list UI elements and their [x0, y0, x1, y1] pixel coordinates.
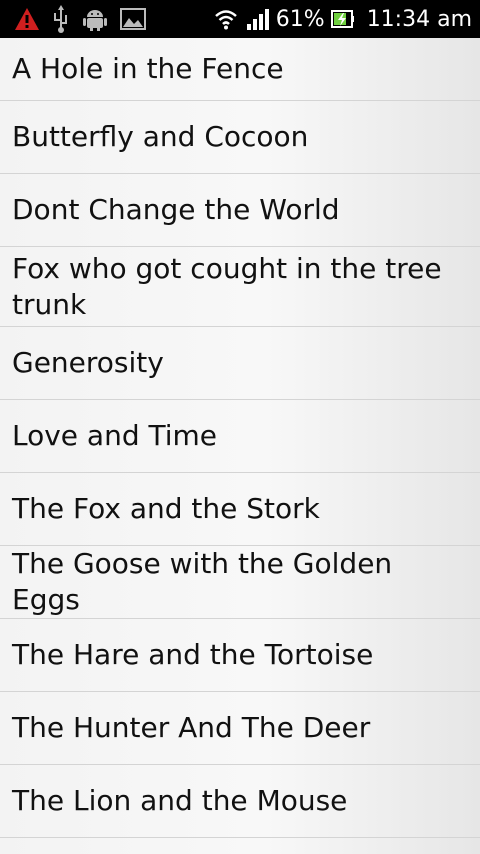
list-item[interactable]: The Hare and the Tortoise [0, 619, 480, 692]
wifi-icon [214, 8, 238, 30]
usb-icon [52, 5, 70, 33]
warning-icon [14, 7, 40, 31]
list-item-label: Love and Time [12, 419, 218, 452]
list-item[interactable]: A Hole in the Fence [0, 38, 480, 101]
story-list[interactable]: A Hole in the Fence Butterfly and Cocoon… [0, 38, 480, 854]
signal-icon [246, 8, 270, 30]
clock: 11:34 am [366, 6, 472, 32]
list-item-label: The Fox and the Stork [12, 492, 320, 525]
list-item[interactable]: Fox who got cought in the tree trunk [0, 247, 480, 327]
list-item-label: The Goose with the Golden Eggs [12, 547, 393, 616]
list-item-label: A Hole in the Fence [12, 52, 284, 85]
list-item[interactable]: Love and Time [0, 400, 480, 473]
list-item-label: The Hunter And The Deer [12, 711, 371, 744]
list-item[interactable]: The Fox and the Stork [0, 473, 480, 546]
notification-icons [14, 5, 158, 33]
list-item[interactable]: Butterfly and Cocoon [0, 101, 480, 174]
list-item-label: Butterfly and Cocoon [12, 120, 309, 153]
list-item[interactable]: Generosity [0, 327, 480, 400]
system-status: 61% 11:34 am [214, 7, 472, 32]
list-item[interactable]: The Hunter And The Deer [0, 692, 480, 765]
image-icon [120, 8, 146, 30]
list-item[interactable]: Dont Change the World [0, 174, 480, 247]
list-item[interactable]: The Goose with the Golden Eggs [0, 546, 480, 619]
list-item[interactable]: The Lion and the Mouse [0, 765, 480, 838]
list-item-label: Dont Change the World [12, 193, 340, 226]
battery-percent: 61% [275, 6, 325, 32]
list-item-label: Generosity [12, 346, 164, 379]
list-item-label: The Lion and the Mouse [12, 784, 348, 817]
list-item-label: Fox who got cought in the tree trunk [12, 251, 442, 321]
android-debug-icon [82, 6, 108, 32]
list-item-label: The Hare and the Tortoise [12, 638, 374, 671]
list-item[interactable] [0, 838, 480, 854]
battery-charging-icon [330, 9, 355, 29]
status-bar: 61% 11:34 am [0, 0, 480, 38]
